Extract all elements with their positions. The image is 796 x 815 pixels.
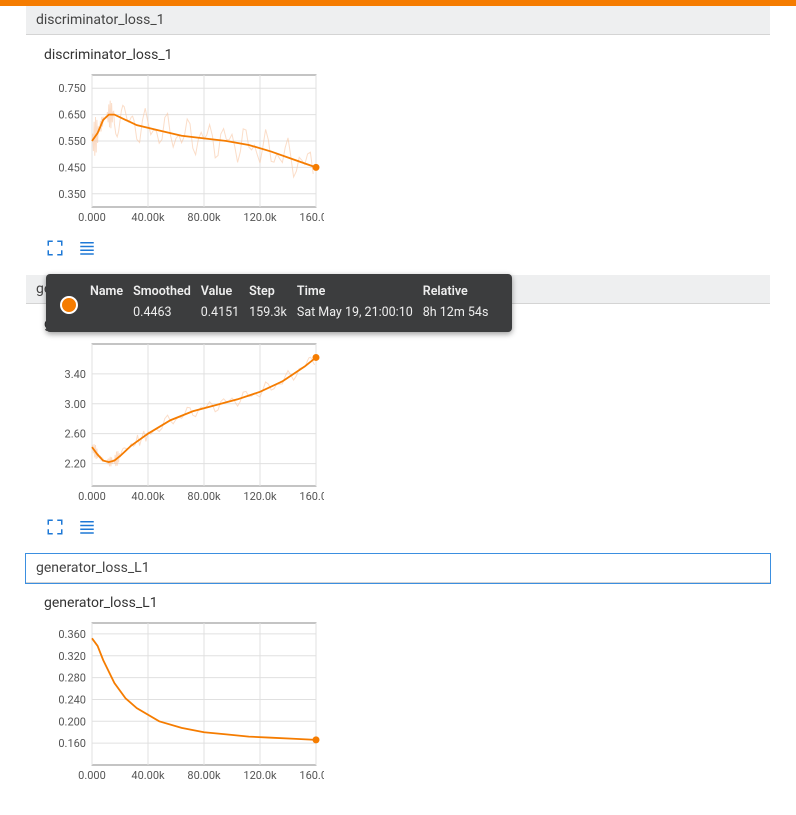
svg-text:40.00k: 40.00k [131, 769, 165, 782]
chart-generator-loss-gan[interactable]: 2.20 2.60 3.00 3.40 0.000 40.00k 80.00k 120.0k 1… [44, 338, 324, 508]
svg-text:3.40: 3.40 [65, 368, 86, 381]
svg-text:0.000: 0.000 [78, 490, 106, 503]
page: discriminator_loss_1 discriminator_loss_… [0, 6, 770, 815]
tooltip-value-time: Sat May 19, 21:00:10 [297, 303, 423, 322]
svg-text:40.00k: 40.00k [131, 490, 165, 503]
svg-text:80.00k: 80.00k [187, 769, 221, 782]
svg-text:0.550: 0.550 [58, 135, 86, 148]
svg-text:0.350: 0.350 [58, 188, 86, 201]
section-header-discriminator-loss-1[interactable]: discriminator_loss_1 [26, 6, 770, 35]
svg-text:40.00k: 40.00k [131, 211, 165, 224]
svg-text:2.60: 2.60 [65, 428, 86, 441]
tooltip-table: Name Smoothed Value Step Time Relative 0… [90, 282, 498, 322]
svg-text:0.000: 0.000 [78, 211, 106, 224]
chart-title: discriminator_loss_1 [44, 47, 770, 63]
section-title: discriminator_loss_1 [36, 12, 165, 28]
svg-text:0.650: 0.650 [58, 109, 86, 122]
tooltip-value-step: 159.3k [249, 303, 297, 322]
chart-toolbar [46, 518, 770, 540]
chart-generator-loss-l1[interactable]: 0.160 0.200 0.240 0.280 0.320 0.360 0.000 40.00… [44, 617, 324, 787]
svg-text:80.00k: 80.00k [187, 211, 221, 224]
svg-text:3.00: 3.00 [65, 398, 86, 411]
svg-text:0.200: 0.200 [58, 715, 86, 728]
svg-text:0.000: 0.000 [78, 769, 106, 782]
svg-text:160.0k: 160.0k [299, 490, 324, 503]
expand-icon[interactable] [46, 518, 64, 540]
chart-title: generator_loss_L1 [44, 595, 770, 611]
expand-icon[interactable] [46, 239, 64, 261]
tooltip-header-step: Step [249, 282, 297, 303]
section-title: generator_loss_L1 [36, 560, 150, 576]
list-icon[interactable] [78, 518, 96, 540]
svg-text:0.360: 0.360 [58, 628, 86, 641]
tooltip-value-value: 0.4151 [201, 303, 249, 322]
chart-discriminator-loss-1[interactable]: 0.350 0.450 0.550 0.650 0.750 0.000 40.00k 80.0… [44, 69, 324, 229]
svg-text:80.00k: 80.00k [187, 490, 221, 503]
svg-text:0.750: 0.750 [58, 82, 86, 95]
tooltip-header-time: Time [297, 282, 423, 303]
chart-block-generator-loss-gan: generator_loss_GAN 2.202.603.003.400.000… [44, 316, 770, 540]
tooltip-value-smoothed: 0.4463 [133, 303, 201, 322]
tooltip-value-name [90, 303, 133, 322]
datapoint-tooltip: Name Smoothed Value Step Time Relative 0… [46, 274, 512, 332]
svg-text:0.240: 0.240 [58, 693, 86, 706]
svg-text:160.0k: 160.0k [299, 769, 324, 782]
tooltip-color-dot [60, 296, 78, 314]
section-header-generator-loss-l1[interactable]: generator_loss_L1 [26, 554, 770, 583]
svg-text:120.0k: 120.0k [243, 490, 277, 503]
svg-text:2.20: 2.20 [65, 458, 86, 471]
svg-text:0.450: 0.450 [58, 161, 86, 174]
chart-block-generator-loss-l1: generator_loss_L1 0.1600.2000.2400.2800.… [44, 595, 770, 791]
svg-text:120.0k: 120.0k [243, 211, 277, 224]
tooltip-header-value: Value [201, 282, 249, 303]
svg-text:0.320: 0.320 [58, 650, 86, 663]
tooltip-header-smoothed: Smoothed [133, 282, 201, 303]
svg-text:0.280: 0.280 [58, 672, 86, 685]
list-icon[interactable] [78, 239, 96, 261]
chart-block-discriminator-loss-1: discriminator_loss_1 0.350 0.450 0.550 0.65… [44, 47, 770, 261]
tooltip-header-relative: Relative [423, 282, 499, 303]
svg-text:160.0k: 160.0k [299, 211, 324, 224]
tooltip-header-name: Name [90, 282, 133, 303]
svg-text:0.160: 0.160 [58, 737, 86, 750]
chart-toolbar [46, 239, 770, 261]
svg-text:120.0k: 120.0k [243, 769, 277, 782]
tooltip-value-relative: 8h 12m 54s [423, 303, 499, 322]
